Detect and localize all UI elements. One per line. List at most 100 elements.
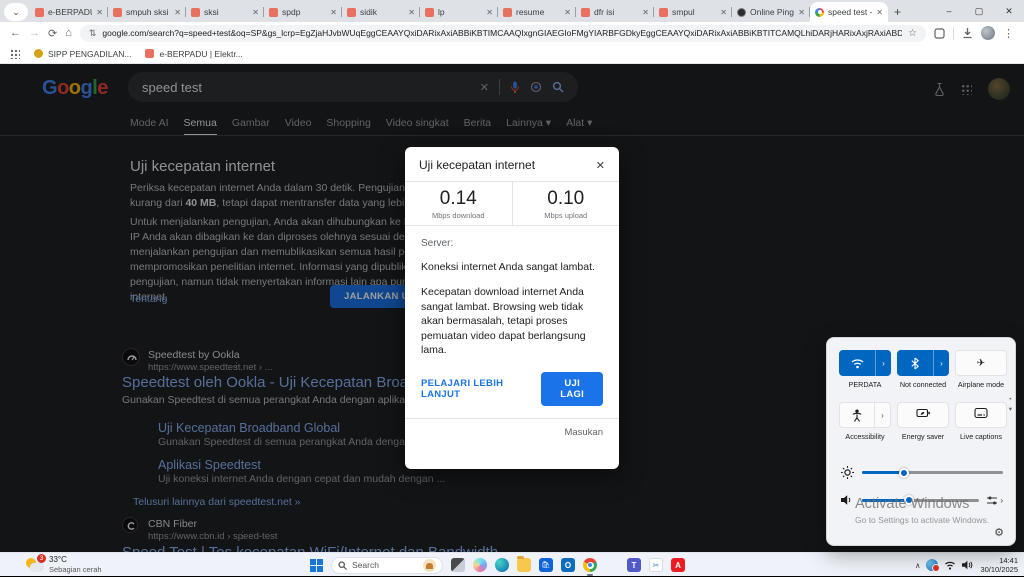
quick-settings-panel: › PERDATA › Not connected ✈ Airplane mod… — [826, 337, 1016, 546]
tab-close-icon[interactable]: ✕ — [330, 8, 337, 17]
forward-icon[interactable]: → — [29, 27, 40, 39]
speed-results: 0.14 Mbps download 0.10 Mbps upload — [405, 181, 619, 226]
tab-favicon — [581, 8, 590, 17]
learn-more-button[interactable]: PELAJARI LEBIH LANJUT — [421, 378, 525, 400]
bookmark-star-icon[interactable]: ☆ — [908, 28, 917, 39]
browser-menu-icon[interactable]: ⋮ — [1003, 27, 1014, 40]
edge-icon[interactable] — [495, 558, 509, 572]
home-icon[interactable]: ⌂ — [65, 27, 72, 39]
upload-value: 0.10 — [547, 188, 584, 210]
reload-icon[interactable]: ⟳ — [48, 27, 57, 40]
tray-time: 14:41 — [980, 556, 1018, 565]
tray-badged-app-icon[interactable] — [926, 559, 938, 571]
dialog-close-icon[interactable]: ✕ — [596, 159, 605, 172]
wifi-tile[interactable]: › — [839, 350, 891, 376]
taskbar-search[interactable]: Search — [331, 557, 443, 574]
volume-slider-thumb[interactable] — [904, 495, 914, 505]
weather-description: Sebagian cerah — [49, 565, 102, 574]
test-again-button[interactable]: UJI LAGI — [541, 372, 603, 406]
acrobat-icon[interactable]: A — [671, 558, 685, 572]
snipping-tool-icon[interactable]: ✂ — [649, 558, 663, 572]
tab-spdp[interactable]: spdp✕ — [264, 2, 342, 22]
tab-close-icon[interactable]: ✕ — [174, 8, 181, 17]
tab-sidik[interactable]: sidik✕ — [342, 2, 420, 22]
feedback-link[interactable]: Masukan — [405, 419, 619, 446]
bookmark-e-berpadu[interactable]: e-BERPADU | Elektr... — [145, 49, 242, 59]
tab-favicon — [503, 8, 512, 17]
tab-search-button[interactable]: ⌄ — [4, 3, 28, 21]
wifi-expand-chevron[interactable]: › — [875, 350, 891, 376]
downloads-icon[interactable] — [962, 27, 973, 39]
energy-saver-tile[interactable] — [897, 402, 949, 428]
reading-mode-icon[interactable] — [934, 28, 945, 39]
address-bar[interactable]: ⇅ google.com/search?q=speed+test&oq=SP&g… — [80, 25, 926, 42]
tray-date: 30/10/2025 — [980, 565, 1018, 574]
weather-widget[interactable]: 3 33°C Sebagian cerah — [26, 555, 102, 574]
tab-sksi[interactable]: sksi✕ — [186, 2, 264, 22]
tray-speaker-icon[interactable] — [962, 560, 974, 570]
tray-overflow-chevron[interactable]: ∧ — [915, 561, 921, 570]
tab-favicon — [35, 8, 44, 17]
teams-icon[interactable]: T — [627, 558, 641, 572]
live-captions-tile[interactable] — [955, 402, 1007, 428]
chrome-icon-active[interactable] — [583, 558, 597, 572]
settings-gear-icon[interactable]: ⚙ — [994, 526, 1004, 539]
audio-output-picker[interactable]: › — [987, 496, 1003, 505]
tab-online-ping[interactable]: Online Ping, T✕ — [732, 2, 810, 22]
connection-status: Koneksi internet Anda sangat lambat. — [421, 261, 603, 273]
volume-track[interactable] — [862, 499, 979, 502]
window-close-button[interactable]: ✕ — [994, 6, 1024, 17]
outlook-icon[interactable]: O — [561, 558, 575, 572]
bluetooth-tile[interactable]: › — [897, 350, 949, 376]
site-settings-icon[interactable]: ⇅ — [89, 28, 97, 39]
tab-close-icon[interactable]: ✕ — [96, 8, 103, 17]
tab-close-icon[interactable]: ✕ — [798, 8, 805, 17]
tab-close-icon[interactable]: ✕ — [720, 8, 727, 17]
tab-close-icon[interactable]: ✕ — [876, 8, 883, 17]
tab-resume[interactable]: resume✕ — [498, 2, 576, 22]
tray-wifi-icon[interactable] — [944, 560, 956, 570]
office-icon[interactable] — [605, 558, 619, 572]
profile-avatar-icon[interactable] — [981, 26, 995, 40]
new-tab-button[interactable]: + — [894, 5, 901, 19]
copilot-icon[interactable] — [473, 558, 487, 572]
tab-lp[interactable]: lp✕ — [420, 2, 498, 22]
task-view-button[interactable] — [451, 558, 465, 572]
airplane-mode-tile[interactable]: ✈ — [955, 350, 1007, 376]
start-button[interactable] — [310, 559, 323, 572]
tab-dfr-isi[interactable]: dfr isi✕ — [576, 2, 654, 22]
google-favicon — [815, 8, 824, 17]
tab-close-icon[interactable]: ✕ — [642, 8, 649, 17]
apps-grid-icon[interactable] — [10, 49, 20, 59]
window-maximize-button[interactable]: ▢ — [964, 6, 994, 17]
quick-settings-page-indicator[interactable]: •▾ — [1009, 396, 1012, 413]
tab-speed-test-active[interactable]: speed test - P✕ — [810, 2, 888, 22]
tab-close-icon[interactable]: ✕ — [252, 8, 259, 17]
tab-close-icon[interactable]: ✕ — [408, 8, 415, 17]
file-explorer-icon[interactable] — [517, 558, 531, 572]
brightness-slider[interactable] — [841, 466, 1003, 479]
accessibility-expand-chevron[interactable]: › — [874, 403, 890, 427]
tab-smpul[interactable]: smpul✕ — [654, 2, 732, 22]
brightness-track[interactable] — [862, 471, 1003, 474]
taskbar-clock[interactable]: 14:41 30/10/2025 — [980, 556, 1018, 574]
bookmark-favicon — [34, 49, 43, 58]
weather-icon: 3 — [26, 557, 43, 572]
browser-toolbar: ← → ⟳ ⌂ ⇅ google.com/search?q=speed+test… — [0, 22, 1024, 44]
tab-favicon — [269, 8, 278, 17]
volume-slider[interactable]: › — [841, 494, 1003, 506]
tab-close-icon[interactable]: ✕ — [486, 8, 493, 17]
tab-e-berpadu[interactable]: e-BERPADU | |✕ — [30, 2, 108, 22]
energy-saver-icon — [916, 406, 931, 424]
accessibility-icon — [840, 403, 874, 427]
tab-smpuh-sksi[interactable]: smpuh sksi✕ — [108, 2, 186, 22]
tab-close-icon[interactable]: ✕ — [564, 8, 571, 17]
back-icon[interactable]: ← — [10, 27, 21, 39]
bookmark-sipp[interactable]: SIPP PENGADILAN... — [34, 49, 131, 59]
accessibility-tile[interactable]: › — [839, 402, 891, 428]
bluetooth-expand-chevron[interactable]: › — [933, 350, 949, 376]
weather-temperature: 33°C — [49, 555, 102, 565]
microsoft-store-icon[interactable]: 🛍 — [539, 558, 553, 572]
window-minimize-button[interactable]: – — [934, 6, 964, 16]
brightness-slider-thumb[interactable] — [899, 468, 909, 478]
